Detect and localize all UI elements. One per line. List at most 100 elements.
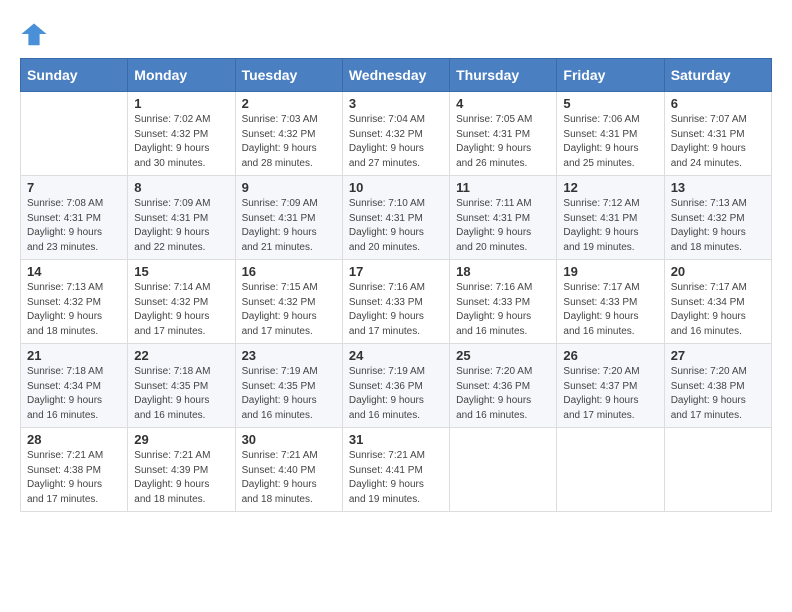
day-info: Sunrise: 7:16 AMSunset: 4:33 PMDaylight:… xyxy=(456,281,550,339)
day-cell: 23 Sunrise: 7:19 AMSunset: 4:35 PMDaylig… xyxy=(235,344,342,428)
day-cell xyxy=(21,92,128,176)
day-info: Sunrise: 7:20 AMSunset: 4:36 PMDaylight:… xyxy=(456,365,550,423)
day-number: 31 xyxy=(349,432,443,447)
day-number: 8 xyxy=(134,180,228,195)
day-number: 7 xyxy=(27,180,121,195)
day-info: Sunrise: 7:19 AMSunset: 4:35 PMDaylight:… xyxy=(242,365,336,423)
day-info: Sunrise: 7:11 AMSunset: 4:31 PMDaylight:… xyxy=(456,197,550,255)
day-number: 19 xyxy=(563,264,657,279)
day-number: 30 xyxy=(242,432,336,447)
day-cell: 8 Sunrise: 7:09 AMSunset: 4:31 PMDayligh… xyxy=(128,176,235,260)
day-cell: 17 Sunrise: 7:16 AMSunset: 4:33 PMDaylig… xyxy=(342,260,449,344)
day-number: 18 xyxy=(456,264,550,279)
day-cell: 4 Sunrise: 7:05 AMSunset: 4:31 PMDayligh… xyxy=(450,92,557,176)
header xyxy=(20,20,772,48)
day-number: 28 xyxy=(27,432,121,447)
day-info: Sunrise: 7:21 AMSunset: 4:41 PMDaylight:… xyxy=(349,449,443,507)
day-cell: 13 Sunrise: 7:13 AMSunset: 4:32 PMDaylig… xyxy=(664,176,771,260)
day-cell: 2 Sunrise: 7:03 AMSunset: 4:32 PMDayligh… xyxy=(235,92,342,176)
day-cell: 14 Sunrise: 7:13 AMSunset: 4:32 PMDaylig… xyxy=(21,260,128,344)
day-number: 14 xyxy=(27,264,121,279)
day-cell: 20 Sunrise: 7:17 AMSunset: 4:34 PMDaylig… xyxy=(664,260,771,344)
day-info: Sunrise: 7:03 AMSunset: 4:32 PMDaylight:… xyxy=(242,113,336,171)
day-cell: 31 Sunrise: 7:21 AMSunset: 4:41 PMDaylig… xyxy=(342,428,449,512)
day-info: Sunrise: 7:13 AMSunset: 4:32 PMDaylight:… xyxy=(671,197,765,255)
day-info: Sunrise: 7:09 AMSunset: 4:31 PMDaylight:… xyxy=(134,197,228,255)
day-number: 6 xyxy=(671,96,765,111)
day-info: Sunrise: 7:15 AMSunset: 4:32 PMDaylight:… xyxy=(242,281,336,339)
col-header-sunday: Sunday xyxy=(21,59,128,92)
week-row-1: 1 Sunrise: 7:02 AMSunset: 4:32 PMDayligh… xyxy=(21,92,772,176)
week-row-2: 7 Sunrise: 7:08 AMSunset: 4:31 PMDayligh… xyxy=(21,176,772,260)
col-header-monday: Monday xyxy=(128,59,235,92)
day-number: 16 xyxy=(242,264,336,279)
col-header-friday: Friday xyxy=(557,59,664,92)
week-row-3: 14 Sunrise: 7:13 AMSunset: 4:32 PMDaylig… xyxy=(21,260,772,344)
calendar-table: SundayMondayTuesdayWednesdayThursdayFrid… xyxy=(20,58,772,512)
day-number: 26 xyxy=(563,348,657,363)
day-cell xyxy=(664,428,771,512)
day-cell: 25 Sunrise: 7:20 AMSunset: 4:36 PMDaylig… xyxy=(450,344,557,428)
day-info: Sunrise: 7:13 AMSunset: 4:32 PMDaylight:… xyxy=(27,281,121,339)
day-cell: 9 Sunrise: 7:09 AMSunset: 4:31 PMDayligh… xyxy=(235,176,342,260)
day-number: 10 xyxy=(349,180,443,195)
day-cell: 6 Sunrise: 7:07 AMSunset: 4:31 PMDayligh… xyxy=(664,92,771,176)
week-row-4: 21 Sunrise: 7:18 AMSunset: 4:34 PMDaylig… xyxy=(21,344,772,428)
day-cell: 15 Sunrise: 7:14 AMSunset: 4:32 PMDaylig… xyxy=(128,260,235,344)
day-cell: 28 Sunrise: 7:21 AMSunset: 4:38 PMDaylig… xyxy=(21,428,128,512)
day-number: 25 xyxy=(456,348,550,363)
day-info: Sunrise: 7:20 AMSunset: 4:37 PMDaylight:… xyxy=(563,365,657,423)
day-info: Sunrise: 7:06 AMSunset: 4:31 PMDaylight:… xyxy=(563,113,657,171)
logo-icon xyxy=(20,20,48,48)
day-cell: 30 Sunrise: 7:21 AMSunset: 4:40 PMDaylig… xyxy=(235,428,342,512)
day-number: 23 xyxy=(242,348,336,363)
day-info: Sunrise: 7:05 AMSunset: 4:31 PMDaylight:… xyxy=(456,113,550,171)
col-header-tuesday: Tuesday xyxy=(235,59,342,92)
day-info: Sunrise: 7:04 AMSunset: 4:32 PMDaylight:… xyxy=(349,113,443,171)
day-number: 17 xyxy=(349,264,443,279)
day-number: 4 xyxy=(456,96,550,111)
day-cell: 1 Sunrise: 7:02 AMSunset: 4:32 PMDayligh… xyxy=(128,92,235,176)
day-number: 24 xyxy=(349,348,443,363)
day-number: 22 xyxy=(134,348,228,363)
day-cell: 19 Sunrise: 7:17 AMSunset: 4:33 PMDaylig… xyxy=(557,260,664,344)
day-cell: 16 Sunrise: 7:15 AMSunset: 4:32 PMDaylig… xyxy=(235,260,342,344)
day-number: 9 xyxy=(242,180,336,195)
day-cell: 29 Sunrise: 7:21 AMSunset: 4:39 PMDaylig… xyxy=(128,428,235,512)
day-info: Sunrise: 7:02 AMSunset: 4:32 PMDaylight:… xyxy=(134,113,228,171)
col-header-wednesday: Wednesday xyxy=(342,59,449,92)
day-cell: 3 Sunrise: 7:04 AMSunset: 4:32 PMDayligh… xyxy=(342,92,449,176)
logo xyxy=(20,20,52,48)
day-info: Sunrise: 7:10 AMSunset: 4:31 PMDaylight:… xyxy=(349,197,443,255)
day-cell: 11 Sunrise: 7:11 AMSunset: 4:31 PMDaylig… xyxy=(450,176,557,260)
day-info: Sunrise: 7:21 AMSunset: 4:40 PMDaylight:… xyxy=(242,449,336,507)
day-info: Sunrise: 7:17 AMSunset: 4:34 PMDaylight:… xyxy=(671,281,765,339)
day-info: Sunrise: 7:21 AMSunset: 4:38 PMDaylight:… xyxy=(27,449,121,507)
day-number: 27 xyxy=(671,348,765,363)
day-cell: 27 Sunrise: 7:20 AMSunset: 4:38 PMDaylig… xyxy=(664,344,771,428)
day-info: Sunrise: 7:16 AMSunset: 4:33 PMDaylight:… xyxy=(349,281,443,339)
day-number: 12 xyxy=(563,180,657,195)
week-row-5: 28 Sunrise: 7:21 AMSunset: 4:38 PMDaylig… xyxy=(21,428,772,512)
day-number: 13 xyxy=(671,180,765,195)
day-info: Sunrise: 7:09 AMSunset: 4:31 PMDaylight:… xyxy=(242,197,336,255)
day-info: Sunrise: 7:07 AMSunset: 4:31 PMDaylight:… xyxy=(671,113,765,171)
day-info: Sunrise: 7:18 AMSunset: 4:34 PMDaylight:… xyxy=(27,365,121,423)
day-info: Sunrise: 7:18 AMSunset: 4:35 PMDaylight:… xyxy=(134,365,228,423)
day-number: 11 xyxy=(456,180,550,195)
day-cell: 5 Sunrise: 7:06 AMSunset: 4:31 PMDayligh… xyxy=(557,92,664,176)
day-cell xyxy=(450,428,557,512)
day-number: 5 xyxy=(563,96,657,111)
day-cell xyxy=(557,428,664,512)
day-number: 15 xyxy=(134,264,228,279)
day-cell: 21 Sunrise: 7:18 AMSunset: 4:34 PMDaylig… xyxy=(21,344,128,428)
day-cell: 10 Sunrise: 7:10 AMSunset: 4:31 PMDaylig… xyxy=(342,176,449,260)
day-number: 1 xyxy=(134,96,228,111)
day-number: 20 xyxy=(671,264,765,279)
day-cell: 24 Sunrise: 7:19 AMSunset: 4:36 PMDaylig… xyxy=(342,344,449,428)
day-number: 21 xyxy=(27,348,121,363)
day-cell: 22 Sunrise: 7:18 AMSunset: 4:35 PMDaylig… xyxy=(128,344,235,428)
day-number: 29 xyxy=(134,432,228,447)
day-cell: 7 Sunrise: 7:08 AMSunset: 4:31 PMDayligh… xyxy=(21,176,128,260)
day-info: Sunrise: 7:12 AMSunset: 4:31 PMDaylight:… xyxy=(563,197,657,255)
